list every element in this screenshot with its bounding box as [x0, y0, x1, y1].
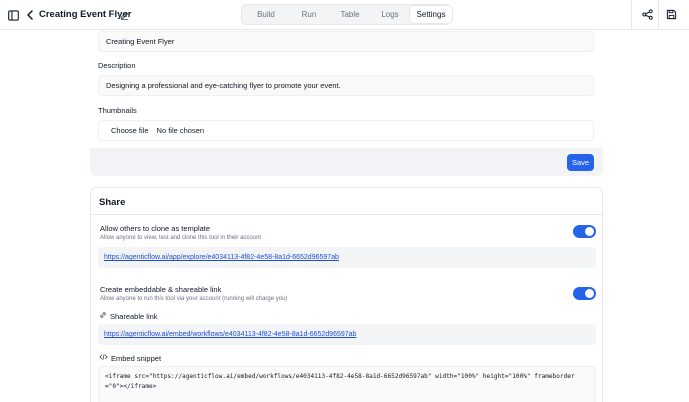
embed-option-subtitle: Allow anyone to run this tool via your a… — [100, 296, 288, 302]
embed-option-title: Create embeddable & shareable link — [100, 285, 222, 294]
thumbnail-file-input[interactable]: Choose file No file chosen — [98, 120, 594, 141]
shareable-link[interactable]: https://agenticflow.ai/embed/workflows/e… — [104, 331, 356, 338]
share-card: Share Allow others to clone as template … — [90, 187, 603, 402]
name-field[interactable]: Creating Event Flyer — [98, 31, 594, 52]
toggle-knob — [585, 289, 594, 298]
tab-table[interactable]: Table — [330, 6, 370, 23]
save-button[interactable]: Save — [567, 154, 594, 171]
chevron-left-icon[interactable] — [23, 7, 37, 23]
embed-snippet-heading: Embed snippet — [99, 353, 161, 363]
shareable-link-box: https://agenticflow.ai/embed/workflows/e… — [98, 324, 596, 345]
embed-snippet-label: Embed snippet — [111, 353, 162, 363]
pencil-icon[interactable] — [118, 8, 130, 22]
clone-toggle[interactable] — [573, 225, 596, 238]
share-icon[interactable] — [640, 5, 654, 23]
divider — [658, 0, 659, 30]
shareable-link-label: Shareable link — [110, 311, 158, 321]
clone-option-title: Allow others to clone as template — [100, 224, 211, 233]
tab-bar: Build Run Table Logs Settings — [241, 4, 452, 25]
embed-snippet-code[interactable]: <iframe src="https://agenticflow.ai/embe… — [98, 366, 596, 402]
clone-link-box: https://agenticflow.ai/app/explore/e4034… — [98, 247, 596, 268]
save-icon[interactable] — [664, 5, 678, 23]
tab-run[interactable]: Run — [288, 6, 330, 23]
thumbnails-label: Thumbnails — [98, 106, 137, 115]
toggle-knob — [585, 227, 594, 236]
shareable-link-heading: Shareable link — [99, 311, 158, 321]
settings-content: Creating Event Flyer Description Designi… — [0, 30, 689, 402]
no-file-text: No file chosen — [156, 126, 205, 135]
clone-option-subtitle: Allow anyone to view, test and clone thi… — [100, 235, 262, 241]
link-icon — [99, 311, 107, 321]
form-footer: Save — [90, 148, 603, 176]
share-title: Share — [99, 197, 126, 208]
embed-toggle[interactable] — [573, 287, 596, 300]
description-field[interactable]: Designing a professional and eye-catchin… — [98, 75, 594, 96]
description-label: Description — [98, 61, 136, 70]
clone-link[interactable]: https://agenticflow.ai/app/explore/e4034… — [104, 254, 339, 261]
top-bar: Creating Event Flyer Build Run Table Log… — [0, 0, 689, 30]
choose-file-button[interactable]: Choose file — [109, 126, 151, 135]
sidebar-toggle-icon[interactable] — [5, 7, 21, 23]
divider — [91, 214, 602, 215]
tab-build[interactable]: Build — [244, 6, 288, 23]
tab-logs[interactable]: Logs — [370, 6, 410, 23]
tab-settings[interactable]: Settings — [410, 6, 452, 23]
code-icon — [99, 353, 108, 363]
divider — [631, 0, 632, 30]
